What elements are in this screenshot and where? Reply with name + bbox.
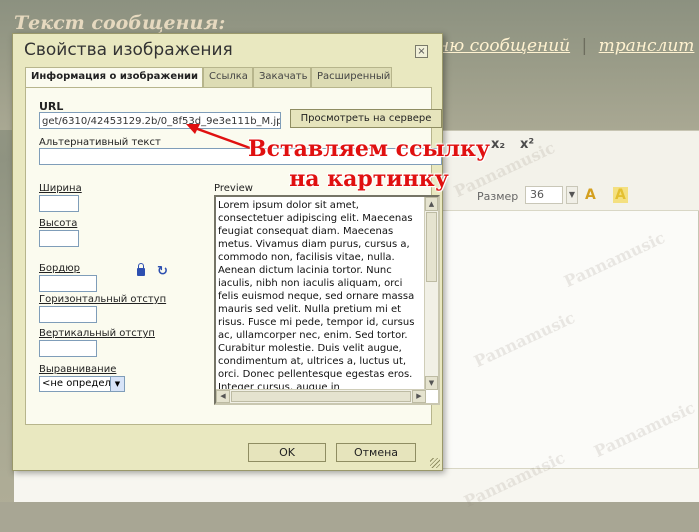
hspace-label: Горизонтальный отступ bbox=[39, 294, 167, 305]
page-title: Текст сообщения: bbox=[14, 12, 226, 34]
lock-icon[interactable] bbox=[137, 263, 145, 276]
highlight-color-icon[interactable]: A bbox=[613, 187, 628, 203]
vspace-input[interactable] bbox=[39, 340, 97, 357]
text-color-icon[interactable]: A bbox=[585, 187, 596, 203]
preview-box[interactable]: Lorem ipsum dolor sit amet, consectetuer… bbox=[214, 195, 440, 405]
border-input[interactable] bbox=[39, 275, 97, 292]
hspace-input[interactable] bbox=[39, 306, 97, 323]
scrollbar-thumb[interactable] bbox=[426, 212, 437, 282]
width-input[interactable] bbox=[39, 195, 79, 212]
scrollbar-thumb[interactable] bbox=[231, 391, 411, 402]
url-input[interactable]: get/6310/42453129.2b/0_8f53d_9e3e111b_M.… bbox=[39, 112, 281, 129]
scroll-left-icon[interactable]: ◀ bbox=[216, 390, 230, 403]
link-translit[interactable]: транслит bbox=[599, 36, 695, 56]
link-messages[interactable]: ню сообщений bbox=[438, 36, 570, 56]
header-links: ню сообщений | транслит bbox=[438, 36, 694, 56]
editor-status-bar bbox=[14, 468, 699, 502]
ok-button[interactable]: OK bbox=[248, 443, 326, 462]
reset-size-icon[interactable]: ↻ bbox=[157, 264, 168, 279]
tab-upload[interactable]: Закачать bbox=[253, 67, 311, 87]
border-label: Бордюр bbox=[39, 263, 81, 274]
vspace-label: Вертикальный отступ bbox=[39, 328, 155, 339]
annotation-line-2: на картинку bbox=[289, 166, 449, 192]
resize-grip-icon[interactable] bbox=[430, 458, 440, 468]
scroll-down-icon[interactable]: ▼ bbox=[425, 376, 438, 390]
image-properties-dialog: Свойства изображения × Информация о изоб… bbox=[12, 33, 443, 471]
tab-image-info[interactable]: Информация о изображении bbox=[25, 67, 203, 88]
superscript-button[interactable]: x² bbox=[520, 137, 534, 152]
link-separator: | bbox=[581, 36, 588, 56]
alt-text-label: Альтернативный текст bbox=[39, 137, 161, 148]
close-icon[interactable]: × bbox=[415, 45, 428, 58]
preview-vertical-scrollbar[interactable]: ▲ ▼ bbox=[424, 197, 438, 390]
height-label: Высота bbox=[39, 218, 78, 229]
align-select-value: <не определ bbox=[42, 378, 111, 389]
align-select[interactable]: <не определ ▼ bbox=[39, 376, 125, 392]
preview-text: Lorem ipsum dolor sit amet, consectetuer… bbox=[218, 200, 415, 393]
preview-horizontal-scrollbar[interactable]: ◀ ▶ bbox=[216, 389, 426, 403]
cancel-button[interactable]: Отмена bbox=[336, 443, 416, 462]
browse-server-button[interactable]: Просмотреть на сервере bbox=[290, 109, 442, 128]
chevron-down-icon[interactable]: ▼ bbox=[110, 377, 124, 391]
scroll-up-icon[interactable]: ▲ bbox=[425, 197, 438, 211]
dialog-title: Свойства изображения bbox=[24, 40, 233, 60]
align-label: Выравнивание bbox=[39, 364, 117, 375]
scroll-right-icon[interactable]: ▶ bbox=[412, 390, 426, 403]
annotation-callout: Вставляем ссылку на картинку bbox=[236, 134, 502, 194]
width-label: Ширина bbox=[39, 183, 82, 194]
page-footer bbox=[0, 502, 699, 532]
font-size-select[interactable]: 36 bbox=[525, 186, 563, 204]
chevron-down-icon[interactable]: ▼ bbox=[566, 186, 578, 204]
annotation-line-1: Вставляем ссылку bbox=[247, 136, 491, 162]
tab-advanced[interactable]: Расширенный bbox=[311, 67, 392, 87]
height-input[interactable] bbox=[39, 230, 79, 247]
tab-link[interactable]: Ссылка bbox=[203, 67, 253, 87]
